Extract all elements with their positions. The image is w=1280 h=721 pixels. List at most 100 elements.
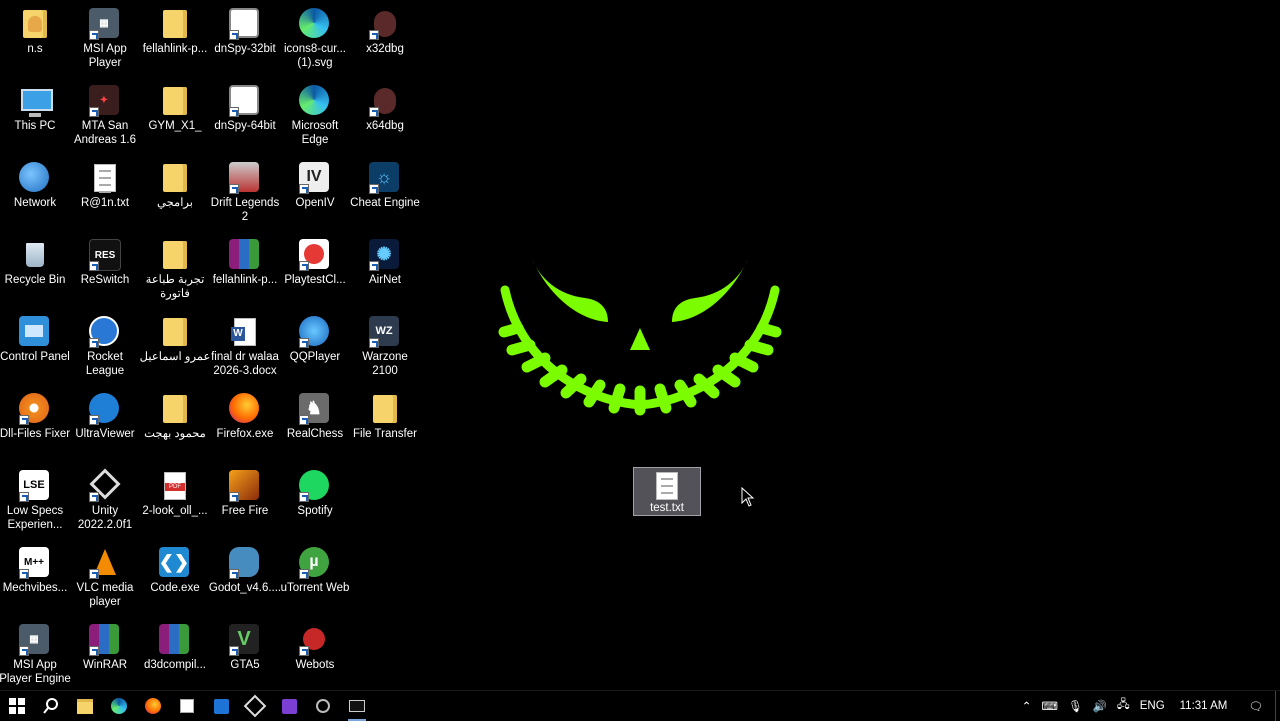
show-hidden-icons-icon[interactable]: ⌃: [1022, 699, 1032, 713]
taskbar-visual-studio[interactable]: [272, 691, 306, 721]
dnspy-icon: [229, 8, 261, 40]
desktop-icon-mahmoud-bahgat[interactable]: محمود بهجت: [140, 388, 210, 460]
chess-icon: ♞: [299, 393, 331, 425]
taskbar-firefox[interactable]: [136, 691, 170, 721]
desktop-icon-code[interactable]: ❮❯ Code.exe: [140, 542, 210, 614]
icon-label: Free Fire: [221, 505, 269, 517]
desktop-icon-low-specs[interactable]: LSE Low Specs Experien...: [0, 465, 70, 537]
firefox-icon: [145, 698, 161, 714]
show-desktop-button[interactable]: [1275, 691, 1280, 721]
desktop-icon-control-panel[interactable]: Control Panel: [0, 311, 70, 383]
desktop-icon-r1n-txt[interactable]: R@1n.txt: [70, 157, 140, 229]
desktop-icon-test-txt[interactable]: test.txt: [633, 467, 701, 516]
desktop-icon-openiv[interactable]: IV OpenIV: [280, 157, 350, 229]
desktop-icon-reswitch[interactable]: RES ReSwitch: [70, 234, 140, 306]
desktop-icon-fellahlink-1[interactable]: fellahlink-p...: [140, 3, 210, 75]
desktop-icon-fellahlink-2[interactable]: fellahlink-p...: [210, 234, 280, 306]
desktop-icon-n-s[interactable]: n.s: [0, 3, 70, 75]
desktop-icon-gym[interactable]: GYM_X1_: [140, 80, 210, 152]
icon-label: MTA San Andreas 1.6: [73, 120, 136, 146]
desktop-icon-ultraviewer[interactable]: UltraViewer: [70, 388, 140, 460]
start-button[interactable]: [0, 691, 34, 721]
dnspy-icon: [229, 85, 261, 117]
desktop-icon-playtest[interactable]: PlaytestCl...: [280, 234, 350, 306]
folder-icon: [159, 85, 191, 117]
desktop-icon-vlc[interactable]: VLC media player: [70, 542, 140, 614]
desktop-icon-warzone[interactable]: WZ Warzone 2100: [350, 311, 420, 383]
desktop-icon-airnet[interactable]: ✺ AirNet: [350, 234, 420, 306]
icon-label: Code.exe: [150, 582, 200, 594]
warzone-icon: WZ: [369, 316, 401, 348]
search-button[interactable]: [34, 691, 68, 721]
taskbar-edge[interactable]: [102, 691, 136, 721]
desktop-icon-drift-legends[interactable]: Drift Legends 2: [210, 157, 280, 229]
icon-label: Firefox.exe: [216, 428, 274, 440]
desktop-icon-d3dcompil[interactable]: d3dcompil...: [140, 619, 210, 691]
desktop-icon-mta[interactable]: ✦ MTA San Andreas 1.6: [70, 80, 140, 152]
desktop-icon-file-transfer[interactable]: File Transfer: [350, 388, 420, 460]
desktop-icon-msi-app-player[interactable]: ▦ MSI App Player: [70, 3, 140, 75]
desktop-icon-invoice-test[interactable]: تجربة طباعة فاتورة: [140, 234, 210, 306]
volume-icon[interactable]: 🔊: [1093, 699, 1107, 713]
icon-label: عمرو اسماعيل: [139, 351, 211, 363]
desktop-icon-godot[interactable]: Godot_v4.6....: [209, 542, 281, 614]
vlc-icon: [89, 547, 121, 579]
icon-label: MSI App Player: [83, 43, 127, 69]
taskbar-unity-hub[interactable]: [238, 691, 272, 721]
icon-label: Dll-Files Fixer: [0, 428, 71, 440]
desktop-icon-this-pc[interactable]: This PC: [0, 80, 70, 152]
desktop-icon-network[interactable]: Network: [0, 157, 70, 229]
desktop-icon-spotify[interactable]: Spotify: [280, 465, 350, 537]
webots-icon: [299, 624, 331, 656]
vscode-icon: ❮❯: [159, 547, 191, 579]
desktop-icon-amr-ismail[interactable]: عمرو اسماعيل: [140, 311, 210, 383]
icon-label: محمود بهجت: [144, 428, 206, 440]
icon-label: uTorrent Web: [280, 582, 350, 594]
icon-label: Drift Legends 2: [210, 197, 280, 223]
desktop-icon-realchess[interactable]: ♞ RealChess: [280, 388, 350, 460]
desktop-icon-my-programs[interactable]: برامجي: [140, 157, 210, 229]
clock[interactable]: 11:31 AM: [1180, 700, 1228, 712]
bug-icon: [369, 8, 401, 40]
desktop-icon-x32dbg[interactable]: x32dbg: [350, 3, 420, 75]
desktop-icon-2-look-oll[interactable]: PDF 2-look_oll_...: [140, 465, 210, 537]
desktop[interactable]: n.s This PC Network Recycle Bin Control …: [0, 0, 1280, 690]
taskbar-file-explorer[interactable]: [68, 691, 102, 721]
input-method-icon[interactable]: ⌨: [1041, 699, 1058, 713]
desktop-icon-winrar[interactable]: WinRAR: [70, 619, 140, 691]
desktop-icon-unity[interactable]: Unity 2022.2.0f1: [70, 465, 140, 537]
language-indicator[interactable]: ENG: [1140, 700, 1165, 712]
icon-label: تجربة طباعة فاتورة: [145, 274, 205, 300]
notifications-icon[interactable]: 🗨: [1248, 699, 1263, 713]
microphone-icon[interactable]: 🎙: [1068, 699, 1083, 713]
desktop-icon-dnspy-64[interactable]: dnSpy-64bit: [210, 80, 280, 152]
folder-icon: [159, 239, 191, 271]
desktop-icon-msi-app-player-engine[interactable]: ▦ MSI App Player Engine: [0, 619, 71, 691]
taskbar-terminal[interactable]: [340, 691, 374, 721]
taskbar-outlook[interactable]: [204, 691, 238, 721]
desktop-icon-mechvibes[interactable]: M++ Mechvibes...: [0, 542, 70, 614]
desktop-icon-final-dr-walaa[interactable]: W final dr walaa 2026-3.docx: [210, 311, 280, 383]
edge-icon: [111, 698, 127, 714]
desktop-icon-webots[interactable]: Webots: [280, 619, 350, 691]
desktop-icon-utorrent[interactable]: µ uTorrent Web: [280, 542, 350, 614]
icon-label: QQPlayer: [289, 351, 341, 363]
app-icon: [316, 699, 330, 713]
desktop-icon-x64dbg[interactable]: x64dbg: [350, 80, 420, 152]
desktop-icon-cheat-engine[interactable]: ☼ Cheat Engine: [350, 157, 420, 229]
icon-label: fellahlink-p...: [212, 274, 278, 286]
desktop-icon-recycle-bin[interactable]: Recycle Bin: [0, 234, 70, 306]
desktop-icon-qqplayer[interactable]: QQPlayer: [280, 311, 350, 383]
taskbar-store[interactable]: [170, 691, 204, 721]
desktop-icon-firefox[interactable]: Firefox.exe: [210, 388, 280, 460]
desktop-icon-dll-files-fixer[interactable]: Dll-Files Fixer: [0, 388, 70, 460]
desktop-icon-icons8-cur[interactable]: icons8-cur... (1).svg: [280, 3, 350, 75]
taskbar-app[interactable]: [306, 691, 340, 721]
desktop-icon-free-fire[interactable]: Free Fire: [210, 465, 280, 537]
network-tray-icon[interactable]: 🖧: [1117, 697, 1130, 716]
desktop-icon-dnspy-32[interactable]: dnSpy-32bit: [210, 3, 280, 75]
computer-icon: [19, 85, 53, 117]
desktop-icon-microsoft-edge[interactable]: Microsoft Edge: [280, 80, 350, 152]
desktop-icon-rocket-league[interactable]: Rocket League: [70, 311, 140, 383]
desktop-icon-gta5[interactable]: V GTA5: [210, 619, 280, 691]
